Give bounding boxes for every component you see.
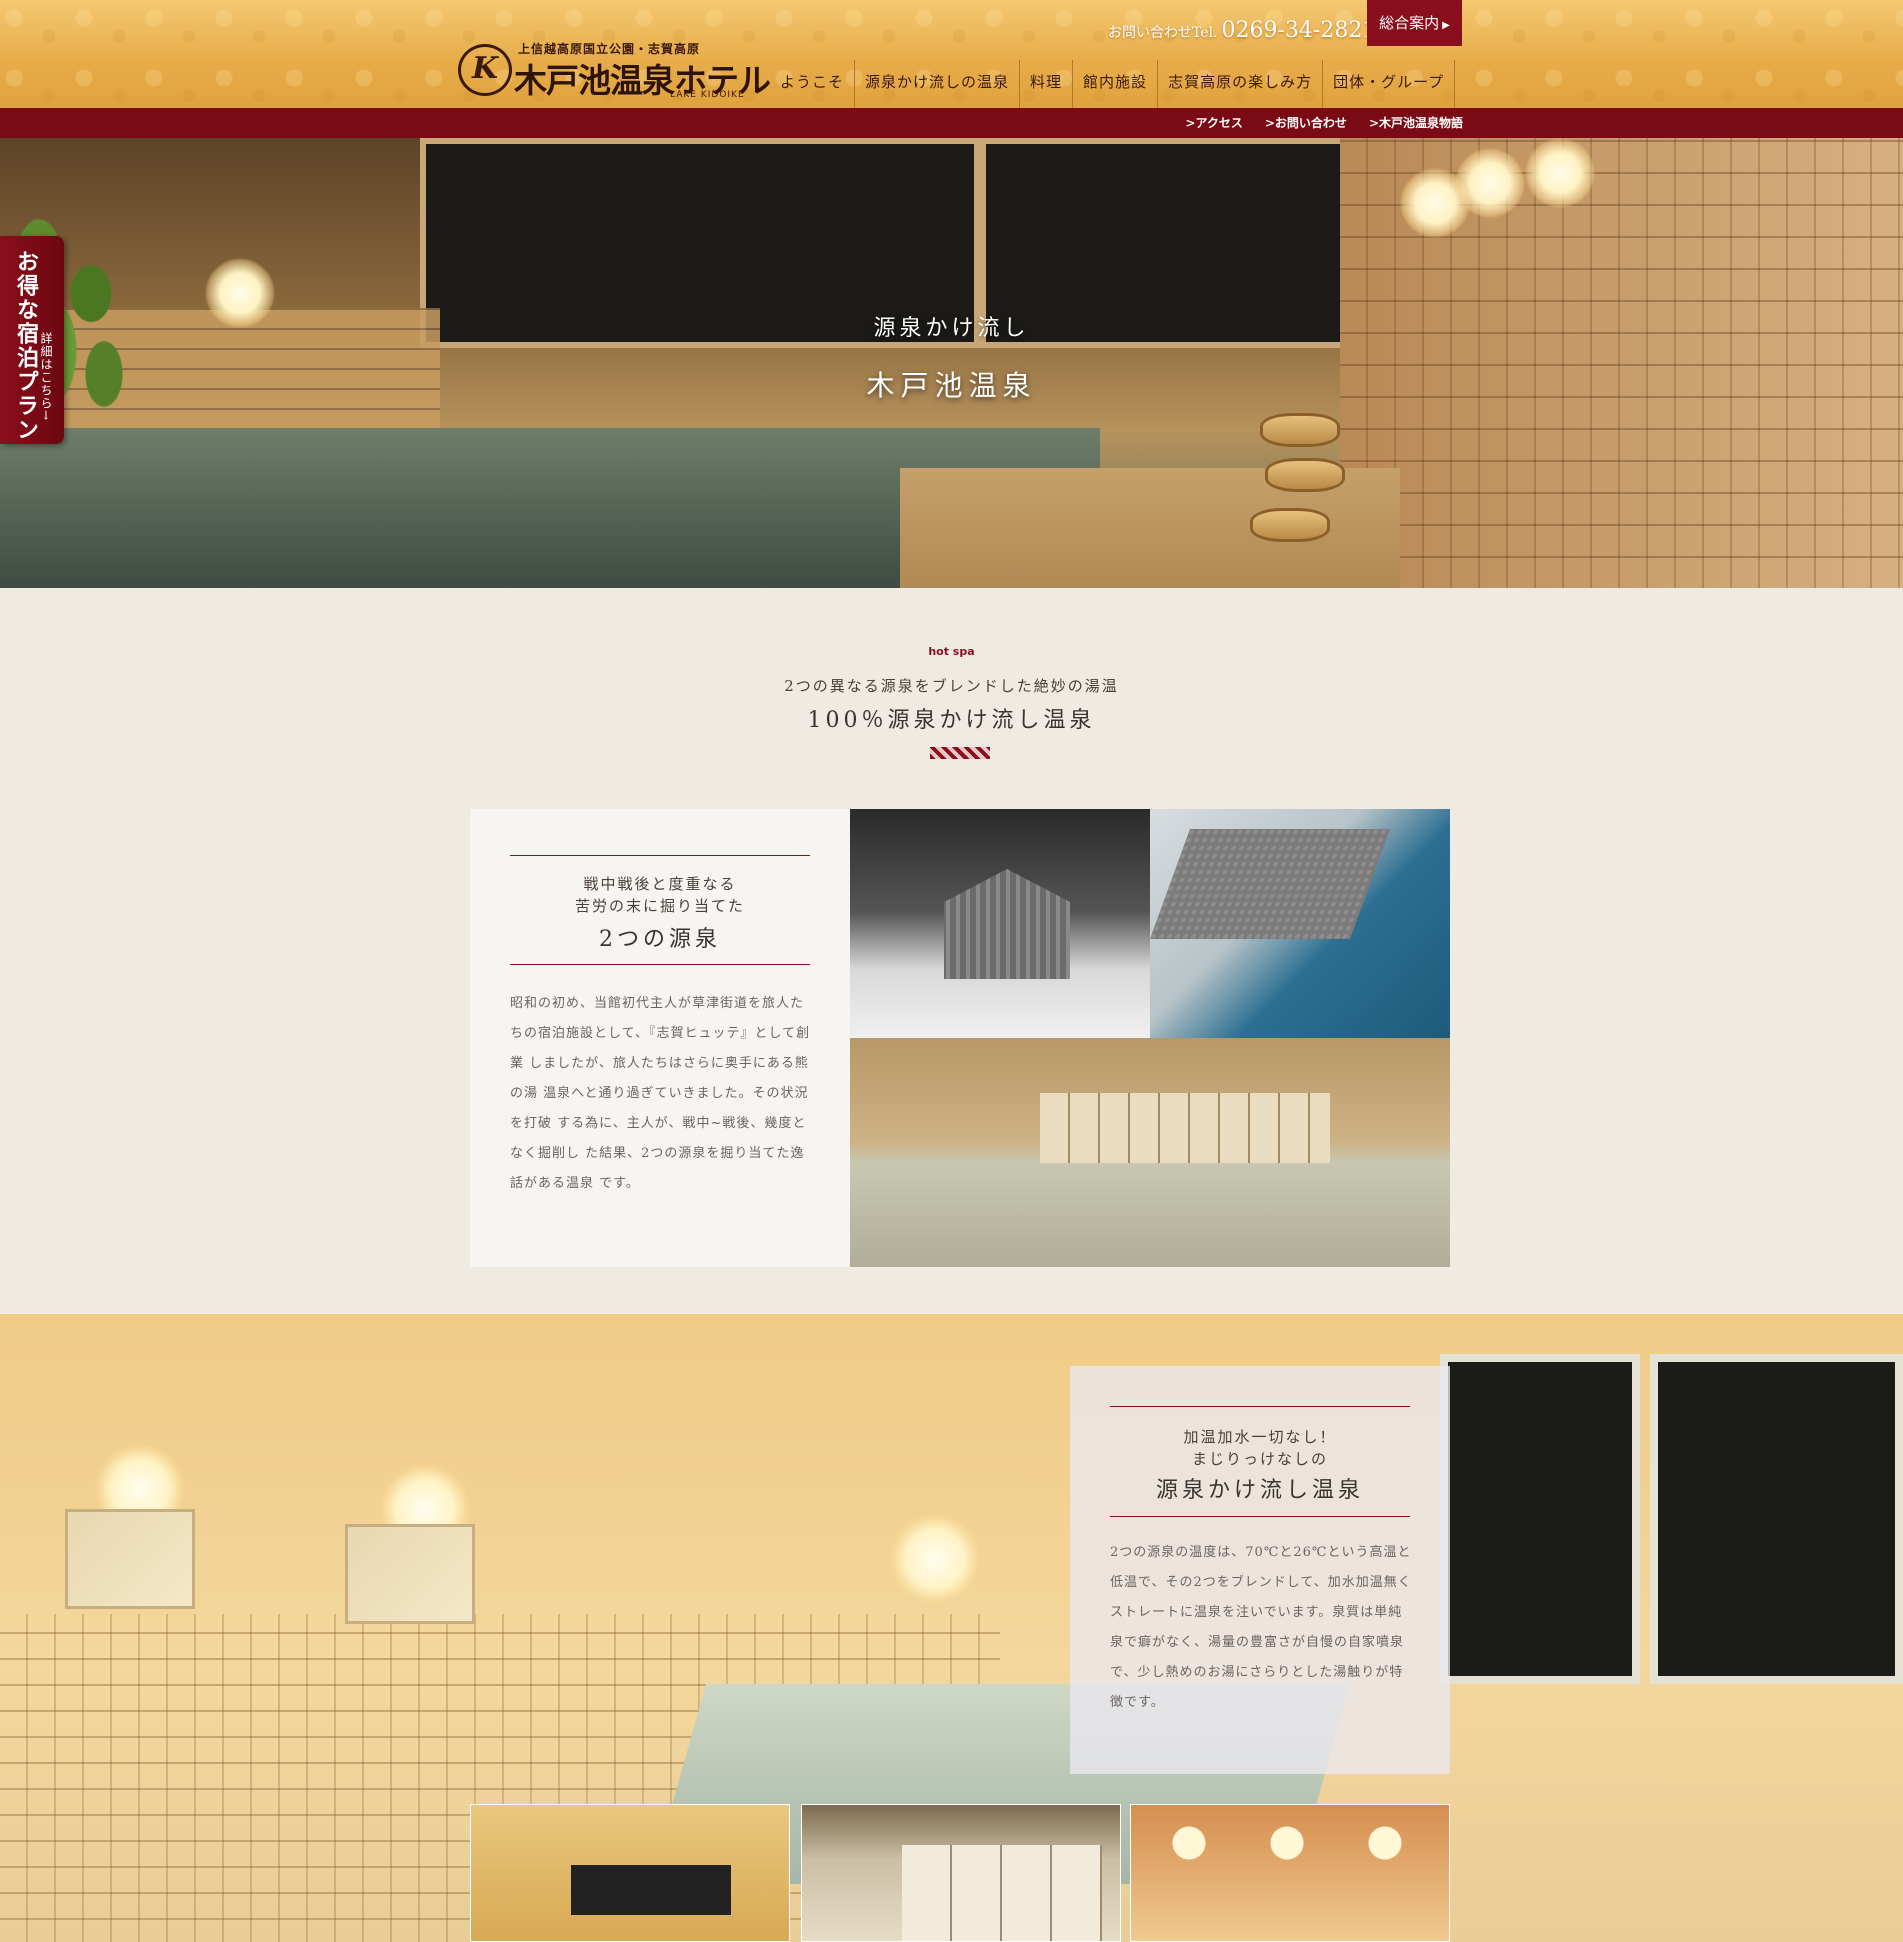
general-guide-button[interactable]: 総合案内 ▶ [1367,0,1462,46]
bath-mirror [345,1524,475,1624]
divider [1110,1516,1410,1517]
bath-thumbnail[interactable] [470,1804,790,1942]
section-title: 100％源泉かけ流し温泉 [807,708,1096,733]
lamps [1161,1823,1441,1863]
card-lead: まじりっけなしの [1191,1450,1328,1468]
site-logo[interactable]: K 上信越高原国立公園・志賀高原 木戸池温泉ホテル LAKE KIDOIKE [458,40,771,102]
window [571,1865,731,1915]
nav-groups[interactable]: 団体・グループ [1323,60,1456,108]
nav-hot-spring[interactable]: 源泉かけ流しの温泉 [855,60,1021,108]
nav-welcome[interactable]: ようこそ [772,60,856,108]
tiles [902,1845,1102,1941]
wash-bucket [1250,508,1330,542]
spring-spout-photo [1150,809,1450,1038]
bath-window [1440,1354,1640,1684]
wash-bucket [1265,458,1345,492]
bath-thumbnail[interactable] [1130,1804,1450,1942]
triangle-right-icon: ▶ [1442,20,1450,31]
phone-number[interactable]: 0269-34-2821 [1221,18,1376,43]
hero-heading: 木戸池温泉 [866,369,1037,402]
sublink-contact[interactable]: >お問い合わせ [1265,108,1347,138]
historic-lodge-photo [850,809,1150,1038]
logo-english: LAKE KIDOIKE [670,90,745,100]
site-header: K 上信越高原国立公園・志賀高原 木戸池温泉ホテル LAKE KIDOIKE お… [0,0,1903,108]
bath-mirror [65,1509,195,1609]
bath-photo [850,1038,1450,1267]
sublink-access[interactable]: >アクセス [1185,108,1242,138]
hero-title: 源泉かけ流し 木戸池温泉 [0,310,1903,404]
bath-thumbnail[interactable] [801,1804,1121,1942]
card-heading: 源泉かけ流し温泉 [1155,1478,1364,1503]
divider [1110,1406,1410,1407]
two-sources-card: 戦中戦後と度重なる 苦労の末に掘り当てた 2つの源泉 昭和の初め、当館初代主人が… [470,809,850,1267]
card-lead: 戦中戦後と度重なる [583,875,737,893]
lamp-icon [890,1514,980,1604]
promo-plan-tab[interactable]: お得な宿泊プラン 詳細はこちら→ [0,236,64,444]
card-lead: 苦労の末に掘り当てた [574,897,745,915]
card-body-text: 昭和の初め、当館初代主人が草津街道を旅人たちの宿泊施設として、『志賀ヒュッテ』と… [510,996,811,1191]
no-heating-card: 加温加水一切なし！ まじりっけなしの 源泉かけ流し温泉 2つの源泉の温度は、70… [1070,1366,1450,1774]
nav-cuisine[interactable]: 料理 [1020,60,1074,108]
card-body-text: 2つの源泉の温度は、70℃と26℃という高温と低温で、その2つをブレンドして、加… [1110,1545,1412,1710]
promo-details-link: 詳細はこちら→ [39,332,53,422]
bath-window [1650,1354,1903,1684]
main-nav: ようこそ 源泉かけ流しの温泉 料理 館内施設 志賀高原の楽しみ方 団体・グループ [772,60,1456,108]
lamp-icon [1525,138,1595,208]
divider [510,855,810,856]
logo-mark-icon: K [458,44,512,96]
hero-banner: 源泉かけ流し 木戸池温泉 [0,138,1903,588]
lamp-icon [1455,148,1525,218]
bath-tub [1040,1093,1330,1163]
nav-facilities[interactable]: 館内施設 [1073,60,1159,108]
section-en-label: hot spa [928,645,975,658]
divider [510,964,810,965]
checkered-ornament [930,747,990,759]
contact-phone[interactable]: お問い合わせTel. 0269-34-2821 [1108,18,1376,43]
stone-spout [1150,829,1391,939]
sublink-story[interactable]: >木戸池温泉物語 [1369,108,1463,138]
section-subtitle: 2つの異なる源泉をブレンドした絶妙の湯温 [784,677,1119,695]
nav-shiga-highlands[interactable]: 志賀高原の楽しみ方 [1158,60,1324,108]
sub-links: >アクセス >お問い合わせ >木戸池温泉物語 [1185,108,1463,138]
card-heading: 2つの源泉 [599,927,721,952]
lodge-building [944,869,1070,979]
general-guide-label: 総合案内 [1379,14,1440,32]
card-lead: 加温加水一切なし！ [1183,1428,1337,1446]
wash-bucket [1260,413,1340,447]
hero-tagline: 源泉かけ流し [873,316,1030,341]
contact-label: お問い合わせTel. [1108,25,1218,41]
sub-navigation-bar: >アクセス >お問い合わせ >木戸池温泉物語 [0,108,1903,138]
